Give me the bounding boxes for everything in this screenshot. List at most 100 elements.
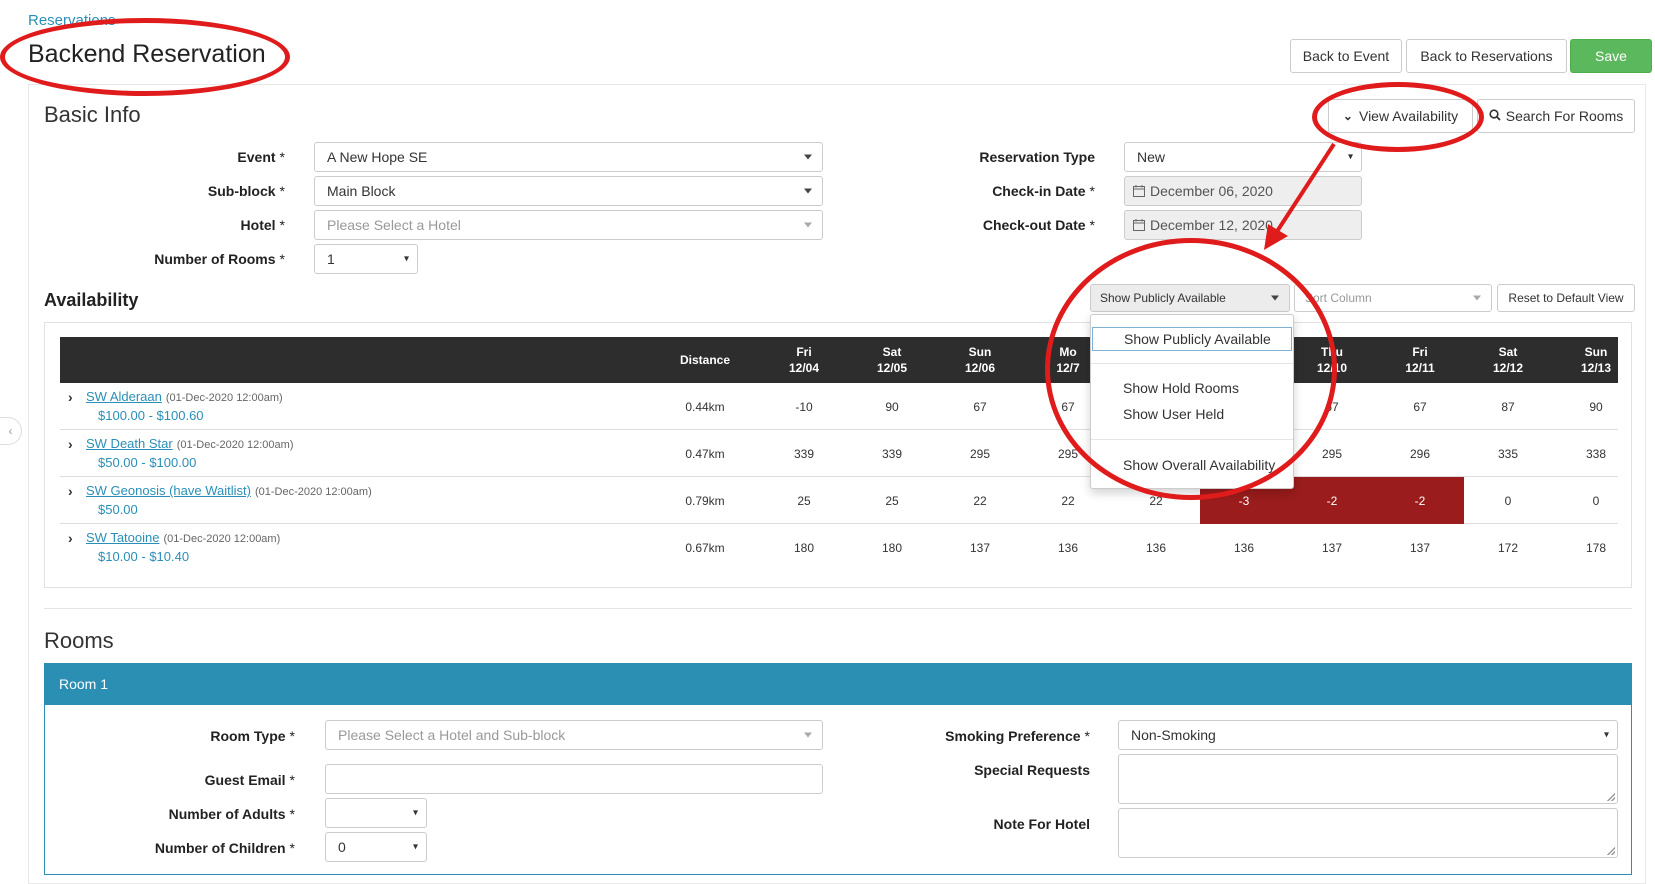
availability-cell: 0 — [1504, 493, 1512, 508]
column-header-date[interactable]: Fri 12/11 — [1376, 337, 1464, 383]
note-for-hotel-textarea[interactable] — [1118, 808, 1618, 858]
number-of-rooms-label: Number of Rooms * — [154, 251, 285, 267]
availability-cell: 338 — [1585, 446, 1607, 461]
availability-title: Availability — [44, 290, 139, 310]
number-of-adults-select[interactable]: ▾ — [325, 798, 427, 828]
subblock-select[interactable]: Main Block — [314, 176, 823, 206]
distance-cell: 0.79km — [685, 493, 725, 508]
availability-cell: 67 — [1413, 399, 1427, 414]
availability-cell-negative: -2 — [1376, 477, 1464, 524]
price-range: $10.00 - $10.40 — [98, 549, 190, 564]
number-of-rooms-select[interactable]: 1 ▾ — [314, 244, 418, 274]
menu-item-show-overall-availability[interactable]: Show Overall Availability — [1092, 453, 1292, 477]
menu-divider — [1091, 363, 1293, 364]
menu-item-show-publicly-available[interactable]: Show Publicly Available — [1092, 327, 1292, 351]
availability-cell: 295 — [969, 446, 991, 461]
distance-cell: 0.47km — [685, 446, 725, 461]
availability-cell: 180 — [881, 540, 903, 555]
table-row: › SW Alderaan (01-Dec-2020 12:00am) $100.… — [60, 383, 1618, 430]
chevron-down-icon: ⌄ — [1342, 109, 1353, 123]
availability-cell: 296 — [1409, 446, 1431, 461]
reset-default-view-button[interactable]: Reset to Default View — [1497, 284, 1635, 312]
number-of-children-select[interactable]: 0 ▾ — [325, 832, 427, 862]
smoking-preference-label: Smoking Preference * — [945, 728, 1090, 744]
availability-cell: 136 — [1233, 540, 1255, 555]
basic-info-title: Basic Info — [44, 102, 141, 127]
chevron-right-icon[interactable]: › — [68, 389, 73, 405]
price-range: $50.00 — [98, 502, 138, 517]
column-header-date[interactable]: Thu 12/10 — [1288, 337, 1376, 383]
view-availability-button[interactable]: ⌄ View Availability — [1328, 99, 1473, 133]
hotel-link[interactable]: SW Death Star — [86, 436, 173, 451]
hotel-label: Hotel * — [240, 217, 285, 233]
back-to-event-button[interactable]: Back to Event — [1290, 39, 1402, 73]
hotel-link[interactable]: SW Alderaan — [86, 389, 162, 404]
availability-cell: 25 — [797, 493, 811, 508]
table-row: › SW Tatooine (01-Dec-2020 12:00am) $10.0… — [60, 524, 1618, 571]
availability-cell: 67 — [973, 399, 987, 414]
distance-cell: 0.67km — [685, 540, 725, 555]
search-for-rooms-label: Search For Rooms — [1505, 108, 1624, 124]
hotel-select[interactable]: Please Select a Hotel — [314, 210, 823, 240]
distance-cell: 0.44km — [685, 399, 725, 414]
back-to-reservations-button[interactable]: Back to Reservations — [1406, 39, 1567, 73]
column-header-distance[interactable]: Distance — [650, 337, 760, 383]
availability-table-header: Distance Fri 12/04 Sat 12/05 Sun 12/06 Mo 12… — [60, 337, 1618, 383]
checkin-date-label: Check-in Date * — [992, 183, 1095, 199]
column-header-date[interactable]: Fri 12/04 — [760, 337, 848, 383]
sidebar-toggle-button[interactable]: ‹ — [0, 417, 22, 445]
breadcrumb-reservations[interactable]: Reservations — [28, 12, 116, 29]
annotation-arrow — [1264, 142, 1336, 250]
special-requests-textarea[interactable] — [1118, 754, 1618, 804]
guest-email-input[interactable] — [325, 764, 823, 794]
availability-cell: 90 — [1589, 399, 1603, 414]
availability-cell-negative: -2 — [1288, 477, 1376, 524]
availability-cell: 22 — [973, 493, 987, 508]
column-header-date[interactable]: Sat 12/05 — [848, 337, 936, 383]
checkout-date-label: Check-out Date * — [982, 217, 1095, 233]
availability-cell: 178 — [1585, 540, 1607, 555]
room-type-select[interactable]: Please Select a Hotel and Sub-block — [325, 720, 823, 750]
availability-cell: 25 — [885, 493, 899, 508]
sort-column-select[interactable]: Sort Column — [1294, 284, 1492, 312]
chevron-right-icon[interactable]: › — [68, 483, 73, 499]
room-panel-header: Room 1 — [44, 663, 1632, 705]
availability-cell: 339 — [793, 446, 815, 461]
availability-cell: 295 — [1321, 446, 1343, 461]
column-header-date[interactable]: Sun 12/13 — [1552, 337, 1640, 383]
availability-filter-menu: Show Publicly Available Show Hold Rooms … — [1090, 314, 1294, 489]
availability-cell: 137 — [1321, 540, 1343, 555]
save-button[interactable]: Save — [1570, 39, 1652, 73]
hotel-link[interactable]: SW Tatooine — [86, 530, 159, 545]
column-header-date[interactable]: Sat 12/12 — [1464, 337, 1552, 383]
availability-cell: 339 — [881, 446, 903, 461]
menu-item-show-hold-rooms[interactable]: Show Hold Rooms — [1092, 376, 1292, 400]
view-availability-label: View Availability — [1358, 108, 1459, 124]
event-label: Event * — [237, 149, 285, 165]
smoking-preference-select[interactable]: Non-Smoking ▾ — [1118, 720, 1618, 750]
number-of-children-label: Number of Children * — [154, 840, 295, 856]
menu-divider — [1091, 439, 1293, 440]
room-type-label: Room Type * — [210, 728, 295, 744]
chevron-left-icon: ‹ — [8, 424, 13, 438]
search-for-rooms-button[interactable]: Search For Rooms — [1477, 99, 1635, 133]
availability-cell: 137 — [1409, 540, 1431, 555]
rooms-title: Rooms — [44, 628, 114, 653]
page-title: Backend Reservation — [28, 40, 266, 68]
availability-cell: 87 — [1501, 399, 1515, 414]
availability-cell: -10 — [795, 399, 813, 414]
menu-item-show-user-held[interactable]: Show User Held — [1092, 402, 1292, 426]
availability-cell: 172 — [1497, 540, 1519, 555]
search-icon — [1489, 108, 1501, 124]
availability-cell: 137 — [969, 540, 991, 555]
hotel-link[interactable]: SW Geonosis (have Waitlist) — [86, 483, 251, 498]
availability-cell: 136 — [1145, 540, 1167, 555]
number-of-adults-label: Number of Adults * — [168, 806, 295, 822]
column-header-date[interactable]: Sun 12/06 — [936, 337, 1024, 383]
chevron-right-icon[interactable]: › — [68, 530, 73, 546]
chevron-right-icon[interactable]: › — [68, 436, 73, 452]
event-select[interactable]: A New Hope SE — [314, 142, 823, 172]
availability-filter-select[interactable]: Show Publicly Available — [1090, 284, 1290, 312]
availability-cell: 180 — [793, 540, 815, 555]
reservation-type-label: Reservation Type — [979, 149, 1095, 165]
